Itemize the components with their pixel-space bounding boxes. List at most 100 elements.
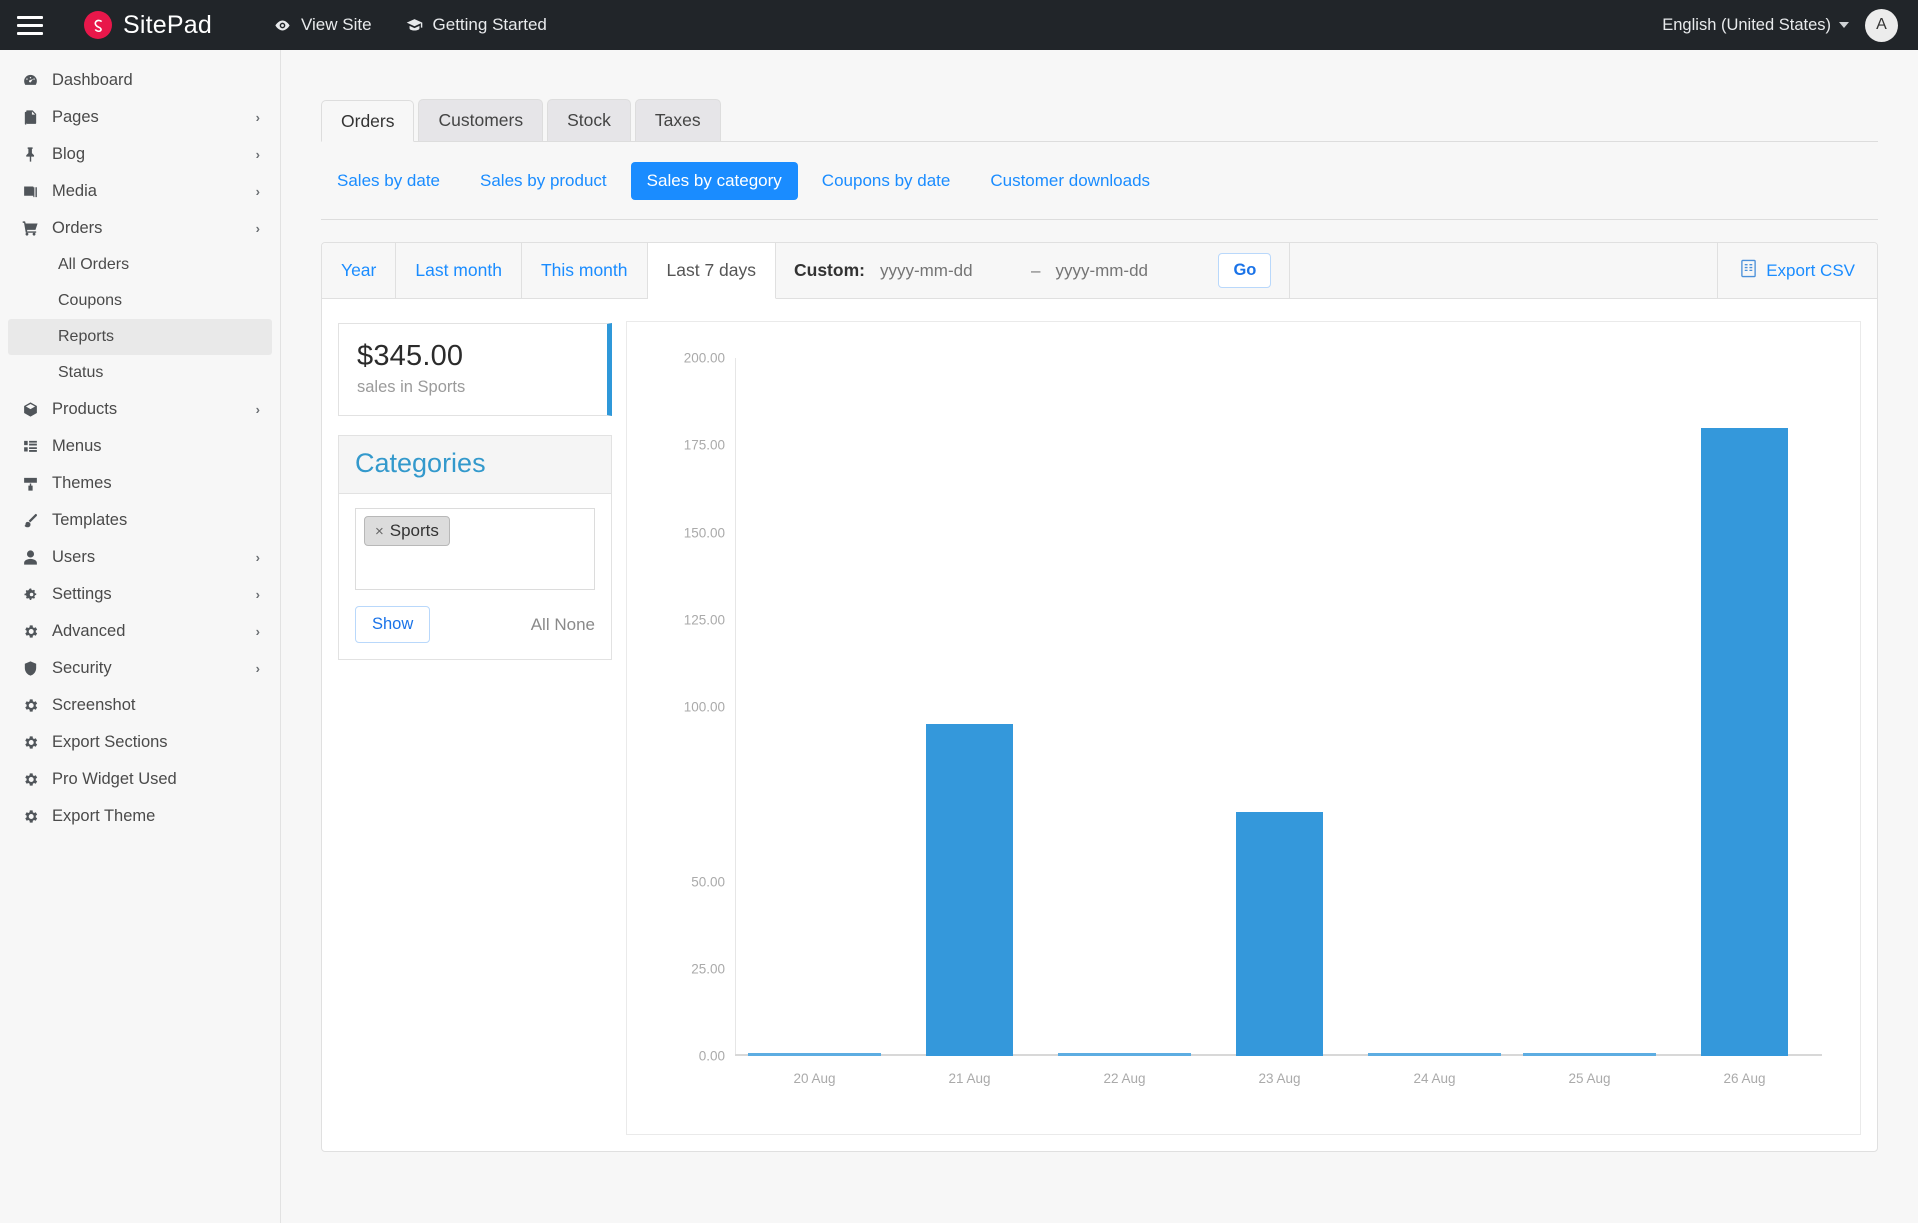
go-button[interactable]: Go — [1218, 253, 1272, 288]
range-label: Last 7 days — [666, 260, 757, 280]
sidebar-item-label: Products — [52, 400, 118, 418]
main-content: Orders Customers Stock Taxes Sales by da… — [281, 50, 1918, 1223]
chart-plot-area: 20 Aug 21 Aug 22 Aug 23 Aug 24 Aug 25 Aug 26 A… — [737, 358, 1822, 1086]
box-icon — [22, 401, 52, 418]
sidebar-item-users[interactable]: Users › — [0, 539, 280, 576]
sidebar-item-themes[interactable]: Themes — [0, 465, 280, 502]
pages-icon — [22, 109, 52, 126]
tab-customers[interactable]: Customers — [418, 99, 544, 141]
tab-orders[interactable]: Orders — [321, 100, 415, 142]
graduation-cap-icon — [406, 17, 423, 34]
view-site-link[interactable]: View Site — [274, 15, 372, 35]
sidebar-item-security[interactable]: Security › — [0, 650, 280, 687]
chart-bar[interactable] — [1701, 427, 1788, 1056]
remove-chip-icon[interactable]: × — [375, 523, 384, 540]
sidebar-item-advanced[interactable]: Advanced › — [0, 613, 280, 650]
chart-bar-cell: 22 Aug — [1047, 358, 1202, 1086]
subnav-sales-by-category[interactable]: Sales by category — [630, 162, 798, 200]
user-icon — [22, 549, 52, 566]
chart-bar[interactable] — [1522, 1053, 1657, 1056]
range-year[interactable]: Year — [322, 243, 397, 298]
range-label: Last month — [415, 260, 502, 280]
export-csv-label: Export CSV — [1766, 260, 1855, 280]
tab-label: Orders — [341, 110, 395, 131]
show-button[interactable]: Show — [355, 606, 431, 643]
chevron-right-icon: › — [255, 550, 260, 565]
select-none-link[interactable]: None — [554, 615, 595, 634]
chart-y-tick-label: 50.00 — [691, 874, 725, 889]
sidebar-item-pro-widget-used[interactable]: Pro Widget Used — [0, 761, 280, 798]
getting-started-link[interactable]: Getting Started — [406, 15, 547, 35]
export-csv-button[interactable]: Export CSV — [1717, 243, 1877, 298]
tab-taxes[interactable]: Taxes — [634, 99, 721, 141]
sidebar-item-label: Pro Widget Used — [52, 770, 177, 788]
shield-icon — [22, 660, 52, 677]
all-none-links: All None — [531, 615, 595, 635]
sidebar-item-media[interactable]: Media › — [0, 173, 280, 210]
sales-by-category-chart: 200.00 175.00 150.00 125.00 100.00 50.00 25.00… — [626, 321, 1861, 1135]
tab-label: Taxes — [654, 110, 701, 130]
custom-to-input[interactable] — [1053, 259, 1194, 282]
range-last-7-days[interactable]: Last 7 days — [647, 243, 776, 299]
sidebar-item-export-sections[interactable]: Export Sections — [0, 724, 280, 761]
chart-bars: 20 Aug 21 Aug 22 Aug 23 Aug 24 Aug 25 Aug 26 A… — [737, 358, 1822, 1086]
sidebar-item-label: Users — [52, 548, 96, 566]
sidebar-item-label: Screenshot — [52, 696, 136, 714]
sidebar-item-pages[interactable]: Pages › — [0, 99, 280, 136]
sidebar-item-label: Themes — [52, 474, 112, 492]
sidebar-item-menus[interactable]: Menus — [0, 428, 280, 465]
category-chip-sports[interactable]: × Sports — [364, 516, 450, 546]
range-last-month[interactable]: Last month — [396, 243, 522, 298]
sidebar-subitem-status[interactable]: Status — [8, 355, 272, 391]
custom-from-input[interactable] — [877, 259, 1018, 282]
sidebar-item-dashboard[interactable]: Dashboard — [0, 62, 280, 99]
chart-bar-cell: 21 Aug — [892, 358, 1047, 1086]
pin-icon — [22, 146, 52, 163]
category-multiselect[interactable]: × Sports — [355, 508, 595, 590]
chart-bar[interactable] — [1057, 1053, 1192, 1056]
range-this-month[interactable]: This month — [522, 243, 648, 298]
sidebar-subitem-coupons[interactable]: Coupons — [8, 283, 272, 319]
sidebar-item-products[interactable]: Products › — [0, 391, 280, 428]
tab-label: Customers — [438, 110, 524, 130]
media-icon — [22, 183, 52, 200]
chart-bar[interactable] — [1236, 811, 1323, 1056]
subnav-label: Sales by category — [646, 171, 782, 190]
sidebar-item-blog[interactable]: Blog › — [0, 136, 280, 173]
subnav-customer-downloads[interactable]: Customer downloads — [974, 162, 1166, 200]
brand[interactable]: SitePad — [84, 11, 212, 40]
subnav-coupons-by-date[interactable]: Coupons by date — [806, 162, 967, 200]
tab-label: Stock — [567, 110, 611, 130]
chart-y-tick-label: 150.00 — [683, 525, 725, 540]
sidebar-subitem-reports[interactable]: Reports — [8, 319, 272, 355]
sidebar-item-export-theme[interactable]: Export Theme — [0, 798, 280, 835]
subnav-sales-by-product[interactable]: Sales by product — [464, 162, 623, 200]
sidebar-subitem-all-orders[interactable]: All Orders — [8, 247, 272, 283]
sidebar-item-label: Security — [52, 659, 112, 677]
sidebar-item-screenshot[interactable]: Screenshot — [0, 687, 280, 724]
sidebar-item-label: Dashboard — [52, 71, 133, 89]
chart-bar[interactable] — [1367, 1053, 1502, 1056]
chart-y-tick-label: 25.00 — [691, 961, 725, 977]
sidebar-item-label: Advanced — [52, 622, 126, 640]
sidebar-item-orders[interactable]: Orders › — [0, 210, 280, 247]
sales-summary-card: $345.00 sales in Sports — [338, 323, 612, 416]
sidebar-item-settings[interactable]: Settings › — [0, 576, 280, 613]
language-selector[interactable]: English (United States) — [1662, 16, 1849, 35]
select-all-link[interactable]: All — [531, 615, 550, 634]
sidebar-item-templates[interactable]: Templates — [0, 502, 280, 539]
categories-header: Categories — [339, 436, 611, 494]
chart-bar[interactable] — [926, 724, 1013, 1056]
subnav-label: Customer downloads — [990, 171, 1151, 190]
chevron-right-icon: › — [255, 624, 260, 639]
chart-x-tick-label: 21 Aug — [948, 1071, 991, 1086]
subnav-sales-by-date[interactable]: Sales by date — [321, 162, 456, 200]
chart-bar[interactable] — [747, 1053, 882, 1056]
subnav-label: Sales by date — [337, 171, 441, 190]
sitepad-logo-icon — [84, 11, 112, 39]
sidebar-item-label: Media — [52, 182, 97, 200]
tab-stock[interactable]: Stock — [547, 99, 631, 141]
hamburger-icon[interactable] — [0, 0, 60, 50]
avatar[interactable]: A — [1865, 8, 1898, 42]
menus-icon — [22, 438, 52, 455]
